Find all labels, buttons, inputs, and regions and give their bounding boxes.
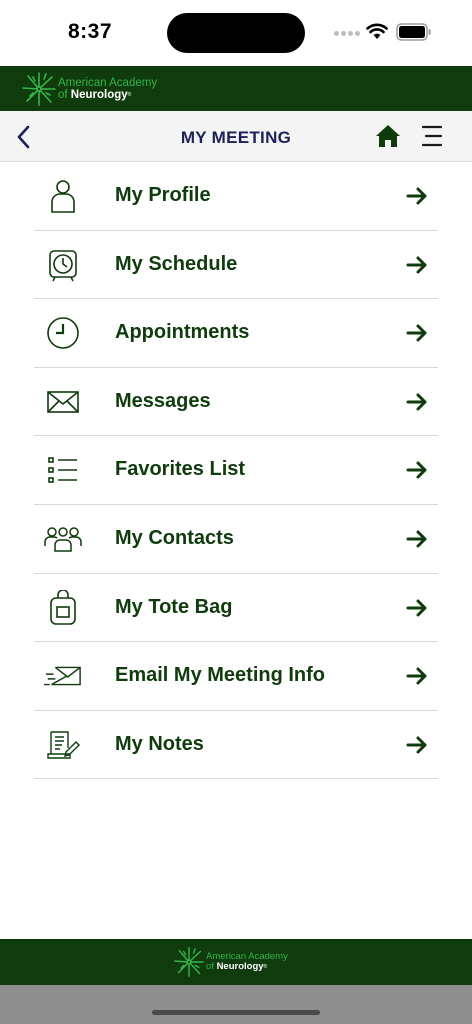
- home-button[interactable]: [374, 123, 402, 149]
- status-bar: 8:37: [0, 0, 472, 66]
- arrow-right-icon: [406, 530, 427, 548]
- alarm-clock-icon: [44, 247, 82, 283]
- battery-icon: [396, 23, 431, 41]
- menu-item-appointments[interactable]: Appointments: [34, 299, 438, 368]
- envelope-icon: [44, 384, 82, 420]
- menu-item-label: Appointments: [115, 321, 250, 344]
- menu-item-label: Favorites List: [115, 458, 246, 481]
- aan-logo: American Academy of Neurology®: [22, 71, 157, 107]
- notes-icon: [44, 727, 82, 763]
- menu-item-email-my-meeting-info[interactable]: Email My Meeting Info: [34, 642, 438, 711]
- send-mail-icon: [44, 658, 82, 694]
- menu-item-label: Messages: [115, 389, 211, 412]
- menu-item-label: My Schedule: [115, 252, 238, 275]
- dynamic-island: [167, 13, 305, 53]
- hamburger-menu-button[interactable]: [420, 123, 444, 149]
- menu-item-label: My Contacts: [115, 526, 234, 549]
- neuron-logo-icon: [174, 947, 204, 977]
- footer-line2: of Neurology®: [206, 961, 268, 972]
- cellular-signal-icon: [334, 31, 360, 36]
- tote-bag-icon: [44, 589, 82, 626]
- arrow-right-icon: [406, 324, 427, 342]
- arrow-right-icon: [406, 393, 427, 411]
- footer-bar: American Academy of Neurology®: [0, 939, 472, 985]
- menu-item-favorites-list[interactable]: Favorites List: [34, 436, 438, 505]
- wifi-icon: [366, 23, 388, 39]
- home-icon: [376, 125, 400, 147]
- neuron-logo-icon: [22, 72, 56, 106]
- menu-item-my-schedule[interactable]: My Schedule: [34, 231, 438, 300]
- hamburger-menu-icon: [421, 125, 443, 147]
- brand-header: American Academy of Neurology®: [0, 66, 472, 111]
- menu-item-label: My Notes: [115, 732, 204, 755]
- group-icon: [44, 521, 82, 557]
- menu-item-my-profile[interactable]: My Profile: [34, 162, 438, 231]
- menu-item-my-tote-bag[interactable]: My Tote Bag: [34, 574, 438, 643]
- arrow-right-icon: [406, 736, 427, 754]
- menu-item-my-notes[interactable]: My Notes: [34, 711, 438, 780]
- footer-aan-logo: American Academy of Neurology®: [174, 945, 288, 979]
- status-time: 8:37: [68, 20, 113, 43]
- menu-item-messages[interactable]: Messages: [34, 368, 438, 437]
- menu-item-label: My Profile: [115, 184, 211, 206]
- menu-item-label: My Tote Bag: [115, 595, 233, 618]
- meeting-menu-list: My Profile My Schedule Appointments Mess…: [34, 162, 438, 780]
- home-indicator[interactable]: [152, 1010, 320, 1015]
- arrow-right-icon: [406, 461, 427, 479]
- menu-item-my-contacts[interactable]: My Contacts: [34, 505, 438, 574]
- clock-icon: [44, 315, 82, 351]
- brand-line1: American Academy: [58, 77, 158, 89]
- home-indicator-area: [0, 985, 472, 1024]
- arrow-right-icon: [406, 599, 427, 617]
- person-icon: [44, 178, 82, 214]
- navigation-bar: MY MEETING: [0, 111, 472, 162]
- arrow-right-icon: [406, 187, 427, 205]
- brand-line2: of Neurology®: [58, 89, 132, 101]
- arrow-right-icon: [406, 256, 427, 274]
- menu-item-label: Email My Meeting Info: [115, 664, 326, 687]
- list-icon: [44, 452, 82, 488]
- arrow-right-icon: [406, 667, 427, 685]
